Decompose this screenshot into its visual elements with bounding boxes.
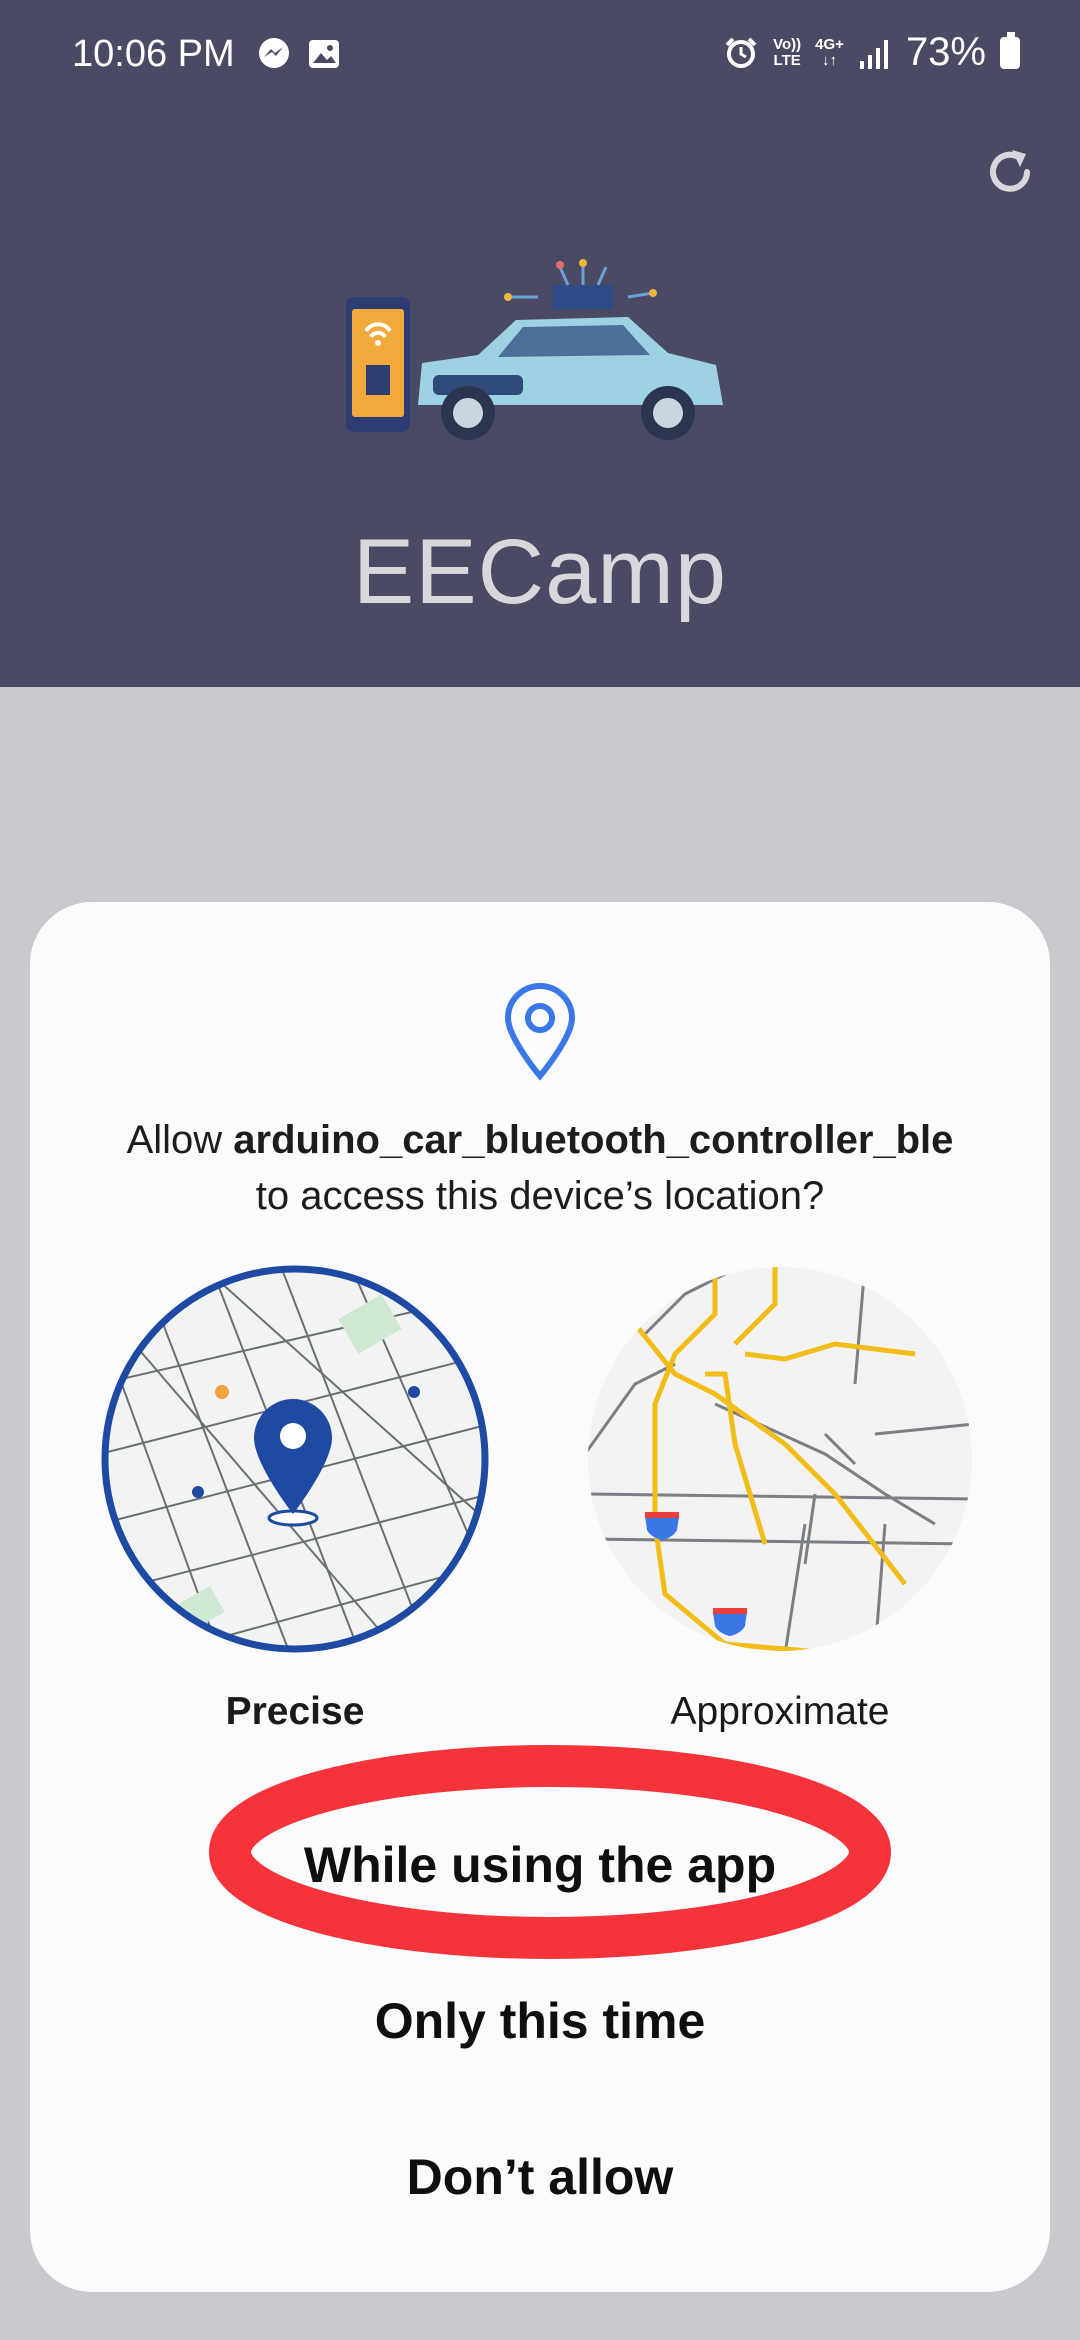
network-indicator: 4G+ ↓↑: [815, 35, 844, 69]
approximate-option[interactable]: Approximate: [585, 1264, 985, 1733]
network-type: 4G+: [815, 35, 844, 53]
network-arrows: ↓↑: [822, 51, 838, 69]
prompt-prefix: Allow: [126, 1118, 234, 1162]
volte-top: Vo)): [773, 35, 802, 53]
refresh-icon[interactable]: [980, 142, 1040, 202]
status-right: Vo)) LTE 4G+ ↓↑ 73%: [723, 30, 1020, 75]
precise-label: Precise: [225, 1690, 365, 1733]
volte-indicator: Vo)) LTE: [773, 35, 802, 69]
location-permission-dialog: Allow arduino_car_bluetooth_controller_b…: [30, 902, 1050, 2292]
status-left-icons: [256, 36, 342, 72]
permission-prompt: Allow arduino_car_bluetooth_controller_b…: [70, 1112, 1010, 1224]
approximate-map-icon: [588, 1267, 972, 1651]
volte-bottom: LTE: [773, 51, 801, 69]
battery-percent: 73%: [905, 30, 986, 74]
alarm-icon: [725, 37, 757, 68]
dont-allow-button[interactable]: Don’t allow: [30, 2148, 1050, 2206]
app-title: EECamp: [352, 521, 728, 623]
prompt-app-name: arduino_car_bluetooth_controller_ble: [233, 1118, 954, 1162]
signal-icon: [859, 39, 888, 69]
precise-map-icon: [101, 1265, 489, 1653]
app-header: 10:06 PM Vo)) LTE 4G+ ↓↑ 73% EECamp: [0, 0, 1080, 687]
gallery-icon: [309, 40, 339, 68]
precise-option[interactable]: Precise: [100, 1264, 500, 1733]
messenger-icon: [259, 38, 289, 68]
only-this-time-button[interactable]: Only this time: [30, 1992, 1050, 2050]
approximate-label: Approximate: [670, 1690, 890, 1733]
while-using-app-button[interactable]: While using the app: [30, 1836, 1050, 1894]
status-time: 10:06 PM: [72, 33, 235, 75]
status-bar: 10:06 PM Vo)) LTE 4G+ ↓↑ 73%: [0, 0, 1080, 110]
prompt-suffix: to access this device’s location?: [255, 1174, 825, 1218]
battery-icon: [1000, 31, 1020, 69]
hero-image-phone-car: [346, 259, 723, 440]
location-pin-icon: [504, 983, 576, 1081]
